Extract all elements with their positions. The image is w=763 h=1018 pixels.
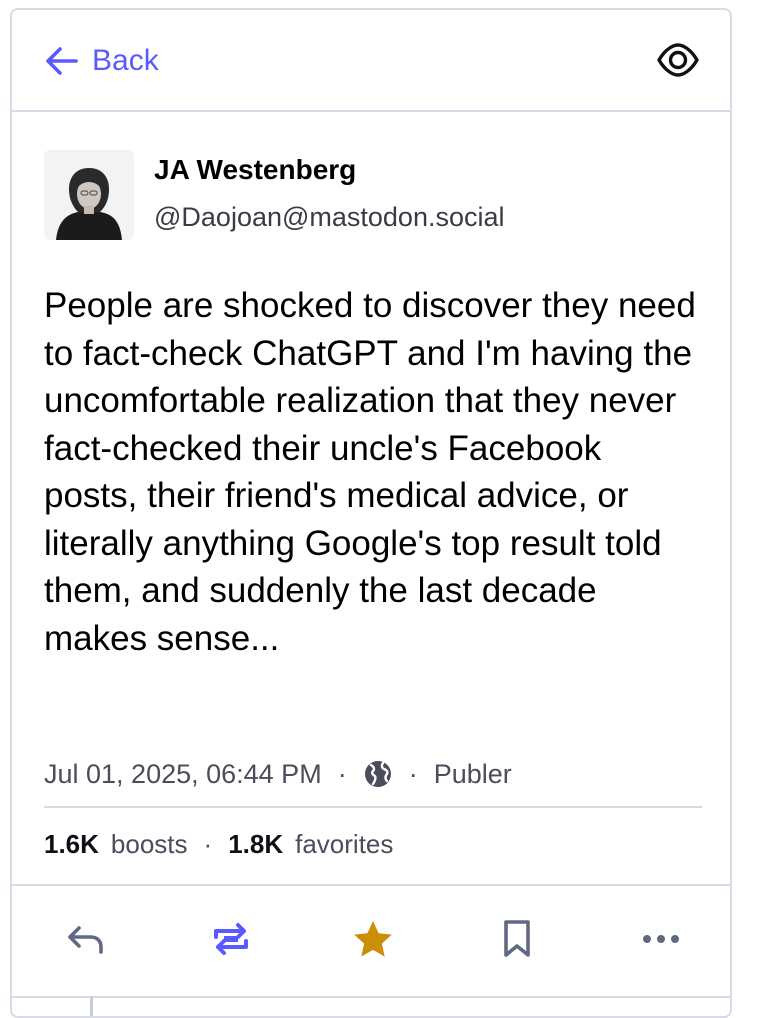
thread-line <box>90 996 93 1016</box>
post-meta: Jul 01, 2025, 06:44 PM · · Publer <box>44 752 512 796</box>
post-application[interactable]: Publer <box>434 759 512 790</box>
post-author[interactable]: JA Westenberg @Daojoan@mastodon.social <box>44 150 644 240</box>
post-timestamp[interactable]: Jul 01, 2025, 06:44 PM <box>44 759 322 790</box>
back-button[interactable]: Back <box>44 40 159 82</box>
star-icon <box>352 919 394 964</box>
post-card: Back JA Westenberg @Daojoan@mastodon.soc… <box>10 8 732 1018</box>
action-bar <box>12 884 730 998</box>
meta-separator: · <box>408 758 418 789</box>
more-button[interactable] <box>636 916 686 966</box>
author-handle[interactable]: @Daojoan@mastodon.social <box>154 202 505 233</box>
avatar[interactable] <box>44 150 134 240</box>
post-stats: 1.6K boosts · 1.8K favorites <box>44 822 393 866</box>
divider <box>44 806 702 808</box>
reply-button[interactable] <box>60 916 110 966</box>
boost-button[interactable] <box>206 916 256 966</box>
boosts-count: 1.6K <box>44 828 99 859</box>
post-content: People are shocked to discover they need… <box>44 286 696 658</box>
arrow-left-icon <box>44 46 78 76</box>
column-header: Back <box>12 10 730 112</box>
favorites-link[interactable]: 1.8K favorites <box>228 829 393 860</box>
boosts-link[interactable]: 1.6K boosts <box>44 829 188 860</box>
back-label: Back <box>92 44 159 77</box>
boost-icon <box>210 919 252 964</box>
ellipsis-icon <box>641 932 681 950</box>
boosts-label: boosts <box>110 828 188 859</box>
reply-icon <box>65 922 105 961</box>
globe-icon <box>363 759 393 789</box>
author-display-name[interactable]: JA Westenberg <box>154 154 356 186</box>
bookmark-button[interactable] <box>492 916 542 966</box>
stats-separator: · <box>203 828 213 859</box>
bookmark-icon <box>500 919 534 964</box>
visibility-toggle-button[interactable] <box>656 40 700 80</box>
favorite-button[interactable] <box>348 916 398 966</box>
favorites-count: 1.8K <box>228 828 284 859</box>
eye-icon <box>656 43 700 84</box>
meta-separator: · <box>337 758 347 789</box>
favorites-label: favorites <box>295 828 394 859</box>
